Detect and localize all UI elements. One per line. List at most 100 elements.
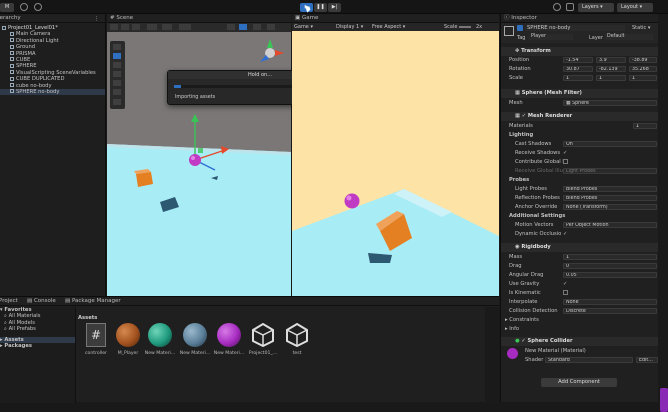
- materials-row[interactable]: Materials 1: [501, 122, 658, 131]
- tab-hierarchy[interactable]: Hierarchy: [0, 14, 105, 23]
- game-viewport[interactable]: [292, 31, 499, 296]
- cloud-icon[interactable]: [20, 3, 28, 11]
- scale-slider[interactable]: [459, 26, 471, 28]
- sphere-collider-header[interactable]: ● ✓ Sphere Collider: [501, 337, 658, 346]
- tab-inspector[interactable]: ⓘ Inspector: [501, 14, 658, 23]
- shader-edit-button[interactable]: Edit...: [636, 357, 658, 364]
- contribute-gi-checkbox[interactable]: [563, 159, 568, 164]
- move-tool-icon[interactable]: [113, 53, 121, 59]
- account-button[interactable]: M: [0, 3, 14, 12]
- search-icon[interactable]: [566, 3, 574, 11]
- project-scrollbar[interactable]: [485, 307, 499, 403]
- rotation-y-field[interactable]: -82.139: [596, 66, 626, 73]
- aspect-dropdown[interactable]: Free Aspect ▾: [372, 23, 405, 31]
- rotation-z-field[interactable]: 35.268: [629, 66, 657, 73]
- packages-folder[interactable]: ▸ Packages: [0, 343, 75, 349]
- lighting-foldout[interactable]: Lighting: [501, 131, 658, 140]
- settings-icon[interactable]: [34, 3, 42, 11]
- tab-project[interactable]: Project: [0, 297, 18, 306]
- display-dropdown[interactable]: Display 1 ▾: [336, 23, 363, 31]
- step-button[interactable]: ▶|: [328, 3, 341, 12]
- position-x-field[interactable]: -1.54: [563, 57, 593, 64]
- lighting-toggle[interactable]: [227, 24, 235, 30]
- shader-dropdown[interactable]: Standard: [545, 357, 633, 364]
- asset-controller[interactable]: # controller: [80, 323, 112, 356]
- angular-drag-field[interactable]: 0.05: [563, 272, 657, 279]
- more-icon[interactable]: ⋮: [94, 16, 99, 22]
- tab-package-manager[interactable]: ▤ Package Manager: [62, 297, 121, 306]
- dynamic-occlusion-checkbox[interactable]: ✓: [563, 230, 567, 239]
- transform-header[interactable]: ✥ Transform: [501, 47, 658, 56]
- drag-field[interactable]: 0: [563, 263, 657, 270]
- mass-field[interactable]: 1: [563, 254, 657, 261]
- camera-settings-button[interactable]: [267, 24, 275, 30]
- custom-tool-icon[interactable]: [113, 99, 121, 105]
- scene-orientation-gizmo[interactable]: [255, 38, 285, 68]
- visibility-toggle[interactable]: [253, 24, 261, 30]
- layer-dropdown[interactable]: Default: [605, 34, 653, 40]
- scale-z-field[interactable]: 1: [629, 75, 657, 82]
- global-button[interactable]: [132, 24, 140, 30]
- scale-y-field[interactable]: 1: [596, 75, 626, 82]
- add-component-button[interactable]: Add Component: [541, 378, 617, 387]
- position-y-field[interactable]: 3.9: [596, 57, 626, 64]
- hierarchy-tree: Project01_Level01* Main Camera Direction…: [0, 23, 105, 96]
- asset-new-material-2[interactable]: New Materi...: [179, 323, 211, 356]
- additional-settings-foldout[interactable]: Additional Settings: [501, 212, 658, 221]
- snap-button[interactable]: [162, 24, 172, 30]
- light-probes-dropdown[interactable]: Blend Probes: [563, 186, 657, 193]
- anchor-override-field[interactable]: None (Transform): [563, 204, 657, 211]
- rotation-x-field[interactable]: 30.87: [563, 66, 593, 73]
- hierarchy-item-sphere-no-body[interactable]: SPHERE no-body: [0, 88, 105, 96]
- scale-tool-icon[interactable]: [113, 71, 121, 77]
- asset-scene-test[interactable]: test: [281, 323, 313, 356]
- tab-scene[interactable]: # Scene: [107, 14, 291, 23]
- grid-button[interactable]: [147, 24, 157, 30]
- gizmo-toggle[interactable]: [239, 24, 247, 30]
- constraints-foldout[interactable]: ▸ Constraints: [501, 316, 658, 325]
- tag-dropdown[interactable]: Player: [529, 34, 573, 40]
- materials-count[interactable]: 1: [633, 123, 657, 130]
- static-toggle[interactable]: Static ▾: [632, 25, 650, 31]
- rect-tool-icon[interactable]: [113, 80, 121, 86]
- tab-game[interactable]: ▣ Game: [292, 14, 499, 23]
- material-name[interactable]: New Material (Material): [501, 347, 658, 356]
- is-kinematic-checkbox[interactable]: [563, 290, 568, 295]
- history-icon[interactable]: [553, 3, 561, 11]
- mesh-renderer-header[interactable]: ▦ ✓ Mesh Renderer: [501, 112, 658, 121]
- motion-vectors-dropdown[interactable]: Per Object Motion: [563, 222, 657, 229]
- layout-dropdown[interactable]: Layout ▾: [617, 3, 653, 12]
- receive-gi-dropdown[interactable]: Light Probes: [563, 168, 657, 175]
- cast-shadows-dropdown[interactable]: On: [563, 141, 657, 148]
- hand-tool-icon[interactable]: [113, 44, 121, 50]
- asset-new-material-1[interactable]: New Materi...: [144, 323, 176, 356]
- transform-tool-icon[interactable]: [113, 89, 121, 95]
- scale-x-field[interactable]: 1: [563, 75, 593, 82]
- rigidbody-header[interactable]: ◉ Rigidbody: [501, 243, 658, 252]
- asset-new-material-3[interactable]: New Materi...: [213, 323, 245, 356]
- draw-mode-button[interactable]: [110, 24, 118, 30]
- view-2d-button[interactable]: [179, 24, 191, 30]
- object-name-field[interactable]: SPHERE no-body: [525, 25, 625, 31]
- favorite-all-prefabs[interactable]: ⌕ All Prefabs: [0, 326, 75, 332]
- asset-m-player[interactable]: M_Player: [112, 323, 144, 356]
- inspector-scrollbar[interactable]: [658, 14, 668, 412]
- collision-detection-dropdown[interactable]: Discrete: [563, 308, 657, 315]
- position-z-field[interactable]: -38.89: [629, 57, 657, 64]
- game-mode-dropdown[interactable]: Game ▾: [294, 23, 313, 31]
- interpolate-dropdown[interactable]: None: [563, 299, 657, 306]
- probes-foldout[interactable]: Probes: [501, 176, 658, 185]
- tab-console[interactable]: ▤ Console: [24, 297, 56, 306]
- mesh-field[interactable]: ▦ Sphere: [563, 100, 657, 107]
- receive-shadows-checkbox[interactable]: ✓: [563, 149, 567, 158]
- mesh-filter-header[interactable]: ▦ Sphere (Mesh Filter): [501, 89, 658, 98]
- reflection-probes-dropdown[interactable]: Blend Probes: [563, 195, 657, 202]
- asset-scene-project01[interactable]: Project01_...: [247, 323, 279, 356]
- layers-dropdown[interactable]: Layers ▾: [578, 3, 614, 12]
- pause-button[interactable]: ❚❚: [314, 3, 327, 12]
- use-gravity-checkbox[interactable]: ✓: [563, 280, 567, 289]
- info-foldout[interactable]: ▸ Info: [501, 325, 658, 334]
- rotate-tool-icon[interactable]: [113, 62, 121, 68]
- active-checkbox[interactable]: [517, 25, 523, 31]
- pivot-button[interactable]: [121, 24, 129, 30]
